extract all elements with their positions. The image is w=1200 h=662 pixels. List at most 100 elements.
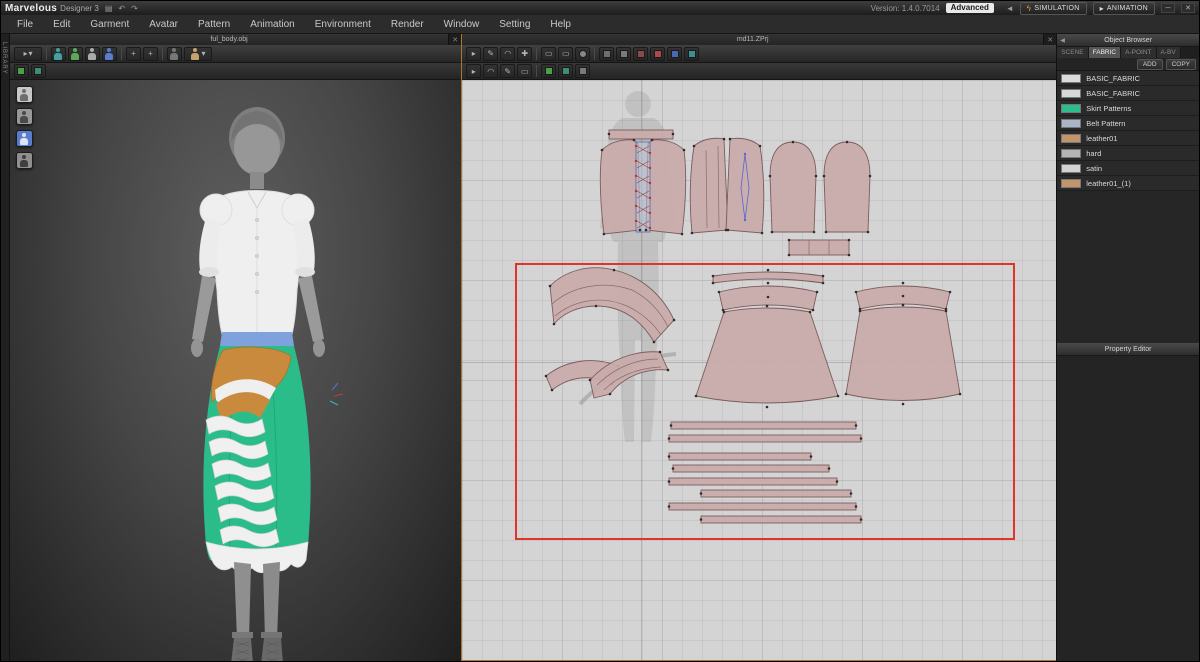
edit-pattern-icon[interactable]: ✎ xyxy=(483,47,498,61)
menu-file[interactable]: File xyxy=(7,15,43,34)
show-notch-icon[interactable] xyxy=(558,64,573,78)
fabric-row[interactable]: leather01_(1) xyxy=(1057,176,1199,191)
lightning-icon: ϟ xyxy=(1027,4,1032,13)
minimize-button[interactable]: ─ xyxy=(1161,3,1175,13)
simulation-button[interactable]: ϟ SIMULATION xyxy=(1020,2,1087,15)
pattern-skirt-panel-1[interactable] xyxy=(695,305,840,409)
toolbar-separator xyxy=(162,48,163,60)
pattern-placket[interactable] xyxy=(635,142,651,232)
fabric-row[interactable]: hard xyxy=(1057,146,1199,161)
pattern-sleeves-group[interactable] xyxy=(769,141,872,234)
show-baseline-icon[interactable] xyxy=(616,47,631,61)
avatar-thumb-3[interactable] xyxy=(16,152,33,169)
fabric-row[interactable]: BASIC_FABRIC xyxy=(1057,71,1199,86)
menu-pattern[interactable]: Pattern xyxy=(188,15,240,34)
fabric-row[interactable]: Belt Pattern xyxy=(1057,116,1199,131)
show-avatar-icon[interactable] xyxy=(51,47,66,61)
pin-box-tool-icon[interactable]: + xyxy=(143,47,158,61)
pattern-ruffle-strips[interactable] xyxy=(668,422,863,523)
create-circle-icon[interactable] xyxy=(575,47,590,61)
tab-close-icon[interactable]: ✕ xyxy=(1044,34,1056,45)
menu-environment[interactable]: Environment xyxy=(305,15,381,34)
app-name: Marvelous xyxy=(5,3,57,14)
tab-a-bv[interactable]: A-BV xyxy=(1157,47,1181,58)
undo-icon[interactable]: ↶ xyxy=(118,4,125,13)
avatar-3d-render[interactable] xyxy=(10,80,461,661)
free-sew-icon[interactable]: ◠ xyxy=(483,64,498,78)
pin-tool-icon[interactable]: + xyxy=(126,47,141,61)
edit-curvature-icon[interactable]: ◠ xyxy=(500,47,515,61)
object-browser-tabs: SCENE FABRIC A-POINT A-BV xyxy=(1057,47,1199,58)
object-browser-header: ◀ Object Browser xyxy=(1057,34,1199,47)
collapse-panel-icon[interactable]: ◀ xyxy=(1060,37,1065,44)
pattern-skirt-panel-2[interactable] xyxy=(845,304,962,406)
pattern-belt[interactable] xyxy=(788,239,851,257)
tab-scene[interactable]: SCENE xyxy=(1057,47,1088,58)
pattern-bodice-group[interactable] xyxy=(600,130,763,235)
grid-toggle-icon[interactable] xyxy=(31,64,46,78)
fabric-row[interactable]: satin xyxy=(1057,161,1199,176)
add-fabric-button[interactable]: ADD xyxy=(1137,59,1163,70)
tab-3d-avatar-file[interactable]: ful_body.obj xyxy=(10,34,449,45)
menu-setting[interactable]: Setting xyxy=(489,15,540,34)
tab-close-icon[interactable]: ✕ xyxy=(449,34,461,45)
canvas-2d[interactable] xyxy=(462,80,1056,660)
library-strip[interactable]: LIBRARY xyxy=(1,34,10,661)
show-seamline-icon[interactable] xyxy=(599,47,614,61)
transform-pattern-icon[interactable]: ▸ xyxy=(466,47,481,61)
edit-sewing-icon[interactable]: ✎ xyxy=(500,64,515,78)
show-sewing-icon[interactable] xyxy=(541,64,556,78)
menu-edit[interactable]: Edit xyxy=(43,15,80,34)
tab-2d-project-file[interactable]: md11.ZPrj xyxy=(462,34,1044,45)
menubar: File Edit Garment Avatar Pattern Animati… xyxy=(1,15,1199,34)
show-pattern-mesh-icon[interactable] xyxy=(684,47,699,61)
close-button[interactable]: ✕ xyxy=(1181,3,1195,13)
tab-a-point[interactable]: A-POINT xyxy=(1121,47,1156,58)
show-grid-icon[interactable] xyxy=(667,47,682,61)
avatar-figure[interactable] xyxy=(191,107,343,661)
menu-help[interactable]: Help xyxy=(540,15,581,34)
show-garment-icon[interactable] xyxy=(68,47,83,61)
menu-render[interactable]: Render xyxy=(381,15,434,34)
menu-animation[interactable]: Animation xyxy=(240,15,304,34)
avatar-thumb-2[interactable] xyxy=(16,108,33,125)
show-accessories-icon[interactable] xyxy=(102,47,117,61)
tabbar-2d: md11.ZPrj ✕ xyxy=(462,34,1056,45)
avatar-head-dropdown[interactable]: ▾ xyxy=(184,47,212,61)
fabric-row[interactable]: leather01 xyxy=(1057,131,1199,146)
add-point-icon[interactable]: ✚ xyxy=(517,47,532,61)
segment-sew-icon[interactable]: ▸ xyxy=(466,64,481,78)
save-icon[interactable]: ▤ xyxy=(105,4,113,13)
animation-button[interactable]: ▸ ANIMATION xyxy=(1093,2,1155,15)
texture-surface-icon[interactable] xyxy=(633,47,648,61)
garment-thumb-blue[interactable] xyxy=(16,130,33,147)
pose-tool-icon[interactable] xyxy=(167,47,182,61)
pattern-sleeve-2 xyxy=(824,142,870,232)
menu-avatar[interactable]: Avatar xyxy=(139,15,188,34)
redo-icon[interactable]: ↷ xyxy=(131,4,138,13)
measure-2d-icon[interactable] xyxy=(575,64,590,78)
show-avatar-mesh-icon[interactable] xyxy=(85,47,100,61)
snap-toggle-icon[interactable] xyxy=(14,64,29,78)
create-rectangle-icon[interactable]: ▭ xyxy=(558,47,573,61)
fabric-swatch xyxy=(1061,179,1081,188)
fabric-row[interactable]: Skirt Patterns xyxy=(1057,101,1199,116)
pattern-front-right xyxy=(646,140,686,234)
tab-fabric[interactable]: FABRIC xyxy=(1089,47,1121,58)
menu-window[interactable]: Window xyxy=(434,15,490,34)
fabric-swatch xyxy=(1061,119,1081,128)
menu-garment[interactable]: Garment xyxy=(80,15,139,34)
canvas-3d[interactable] xyxy=(10,80,461,661)
pattern-back-left xyxy=(690,138,728,233)
texture-back-icon[interactable] xyxy=(650,47,665,61)
pattern-yoke-1[interactable] xyxy=(718,282,819,312)
waistband-blue xyxy=(220,332,294,346)
internal-line-icon[interactable]: ▭ xyxy=(517,64,532,78)
select-tool-dropdown[interactable]: ▸ ▾ xyxy=(14,47,42,61)
announcement-icon[interactable]: ◄ xyxy=(1006,4,1014,13)
copy-fabric-button[interactable]: COPY xyxy=(1166,59,1196,70)
create-polygon-icon[interactable]: ▭ xyxy=(541,47,556,61)
fabric-row[interactable]: BASIC_FABRIC xyxy=(1057,86,1199,101)
toolbar-separator xyxy=(46,48,47,60)
avatar-thumb-1[interactable] xyxy=(16,86,33,103)
